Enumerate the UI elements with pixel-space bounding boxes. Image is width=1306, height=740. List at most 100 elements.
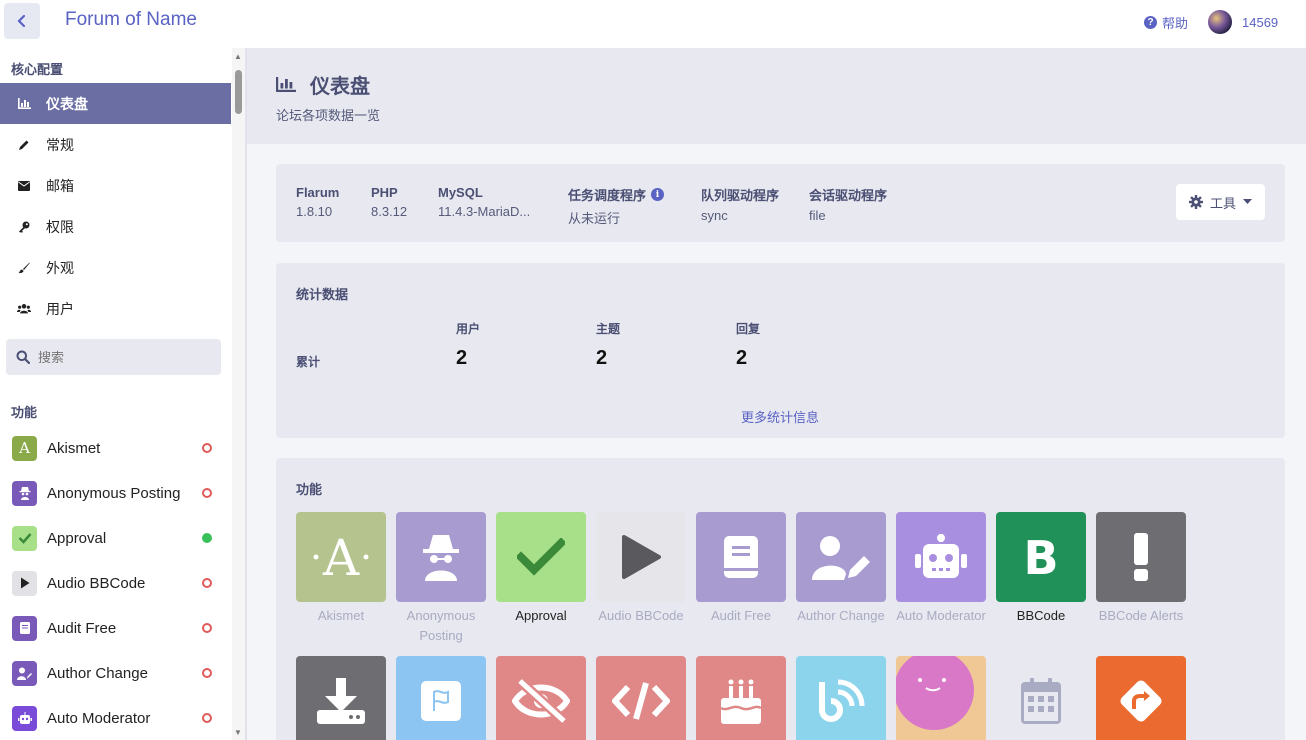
tile-bbcode-alerts[interactable]: BBCode Alerts <box>1096 512 1186 626</box>
calendar-icon <box>1021 678 1061 724</box>
eye-slash-icon <box>512 677 570 725</box>
sidebar-search[interactable] <box>6 339 221 375</box>
tile-direction[interactable] <box>1096 656 1186 740</box>
smile-icon <box>896 656 974 730</box>
tile-calendar[interactable] <box>996 656 1086 740</box>
stat-posts-value: 2 <box>736 347 748 369</box>
tile-emoji[interactable] <box>896 656 986 740</box>
status-queue-driver: 队列驱动程序 sync <box>701 188 780 223</box>
main-content: 仪表盘 论坛各项数据一览 Flarum 1.8.10 PHP 8.3.12 My… <box>247 48 1306 740</box>
paintbrush-icon <box>17 261 31 275</box>
download-icon <box>317 678 365 724</box>
tile-auto-moderator[interactable]: Auto Moderator <box>896 512 986 626</box>
stat-discussions-value: 2 <box>596 347 608 369</box>
spy-icon <box>12 480 37 506</box>
stat-col-posts: 回复 <box>736 322 761 336</box>
back-button[interactable] <box>4 3 40 39</box>
tile-code[interactable] <box>596 656 686 740</box>
user-menu[interactable]: 14569 <box>1208 10 1278 34</box>
question-icon: ? <box>1144 16 1157 29</box>
sidebar-ext-author-change[interactable]: Author Change <box>12 660 222 686</box>
tile-hide-content[interactable] <box>496 656 586 740</box>
svg-text:B: B <box>1023 534 1058 580</box>
users-icon <box>17 302 31 316</box>
help-link[interactable]: ? 帮助 <box>1144 13 1188 32</box>
sidebar-ext-auto-moderator[interactable]: Auto Moderator <box>12 705 222 731</box>
sidebar-item-appearance[interactable]: 外观 <box>0 247 231 288</box>
search-input[interactable] <box>38 349 198 365</box>
info-icon[interactable]: i <box>651 188 665 201</box>
key-icon <box>17 220 31 234</box>
features-heading: 功能 <box>296 482 323 497</box>
page-title: 仪表盘 <box>276 70 370 99</box>
sidebar-ext-anonymous-posting[interactable]: Anonymous Posting <box>12 480 222 506</box>
forum-title[interactable]: Forum of Name <box>65 9 197 31</box>
tile-download[interactable] <box>296 656 386 740</box>
caret-down-icon <box>1243 199 1252 204</box>
status-flarum: Flarum 1.8.10 <box>296 185 340 219</box>
tools-dropdown-button[interactable]: 工具 <box>1176 184 1265 220</box>
ext-label: Author Change <box>47 664 148 682</box>
sidebar-item-label: 邮箱 <box>46 177 74 194</box>
sidebar-item-dashboard[interactable]: 仪表盘 <box>0 83 231 124</box>
pencil-icon <box>17 138 31 152</box>
tile-blog[interactable] <box>796 656 886 740</box>
ext-label: Audit Free <box>47 619 117 637</box>
sidebar-item-general[interactable]: 常规 <box>0 124 231 165</box>
status-card: Flarum 1.8.10 PHP 8.3.12 MySQL 11.4.3-Ma… <box>276 164 1285 242</box>
tile-birthday[interactable] <box>696 656 786 740</box>
page-title-text: 仪表盘 <box>310 76 370 98</box>
chart-bar-icon <box>17 97 31 111</box>
tile-flags[interactable] <box>396 656 486 740</box>
ext-label: Anonymous Posting <box>47 484 181 502</box>
gear-icon <box>1188 195 1203 209</box>
sidebar-ext-audio-bbcode[interactable]: Audio BBCode <box>12 570 222 596</box>
akismet-icon: A <box>313 529 369 587</box>
bold-b-icon: B <box>1023 534 1058 580</box>
username: 14569 <box>1242 14 1279 30</box>
tile-bbcode[interactable]: B BBCode <box>996 512 1086 626</box>
status-indicator <box>202 713 212 723</box>
tile-author-change[interactable]: Author Change <box>796 512 886 626</box>
more-stats-link[interactable]: 更多统计信息 <box>741 407 819 426</box>
sidebar-ext-akismet[interactable]: A Akismet <box>12 435 222 461</box>
status-indicator <box>202 443 212 453</box>
scroll-down-arrow-icon[interactable]: ▼ <box>234 728 242 737</box>
svg-text:A: A <box>322 529 360 587</box>
chart-bar-icon <box>276 77 296 92</box>
features-card: 功能 A Akismet Anonymous Posting Approval … <box>276 458 1285 740</box>
sidebar-item-label: 权限 <box>46 218 74 235</box>
header: Forum of Name ? 帮助 14569 <box>0 0 1306 48</box>
book-icon <box>724 536 758 578</box>
envelope-icon <box>17 179 31 193</box>
status-indicator <box>202 623 212 633</box>
play-icon <box>622 535 661 579</box>
ext-label: Audio BBCode <box>47 574 146 592</box>
tile-approval[interactable]: Approval <box>496 512 586 626</box>
user-edit-icon <box>12 660 37 686</box>
sidebar-item-permissions[interactable]: 权限 <box>0 206 231 247</box>
sidebar-item-users[interactable]: 用户 <box>0 288 231 329</box>
statistics-card: 统计数据 用户 主题 回复 累计 2 2 2 更多统计信息 <box>276 263 1285 438</box>
tile-akismet[interactable]: A Akismet <box>296 512 386 626</box>
status-session-driver: 会话驱动程序 file <box>809 188 888 223</box>
tile-audit-free[interactable]: Audit Free <box>696 512 786 626</box>
sidebar-item-label: 用户 <box>46 300 74 317</box>
sidebar-item-email[interactable]: 邮箱 <box>0 165 231 206</box>
scroll-thumb[interactable] <box>235 70 242 114</box>
scroll-up-arrow-icon[interactable]: ▲ <box>234 52 242 61</box>
avatar <box>1208 10 1232 34</box>
sidebar-scrollbar[interactable]: ▲ ▼ <box>232 48 245 740</box>
tile-anonymous-posting[interactable]: Anonymous Posting <box>396 512 486 646</box>
sidebar-item-label: 外观 <box>46 259 74 276</box>
stat-col-users: 用户 <box>456 322 481 336</box>
tile-audio-bbcode[interactable]: Audio BBCode <box>596 512 686 626</box>
page-header: 仪表盘 论坛各项数据一览 <box>247 48 1306 144</box>
status-php: PHP 8.3.12 <box>371 185 408 219</box>
sidebar-ext-approval[interactable]: Approval <box>12 525 222 551</box>
robot-icon <box>12 705 37 731</box>
sidebar-ext-audit-free[interactable]: Audit Free <box>12 615 222 641</box>
status-indicator <box>202 668 212 678</box>
robot-icon <box>915 534 967 578</box>
features-heading: 功能 <box>11 405 38 420</box>
